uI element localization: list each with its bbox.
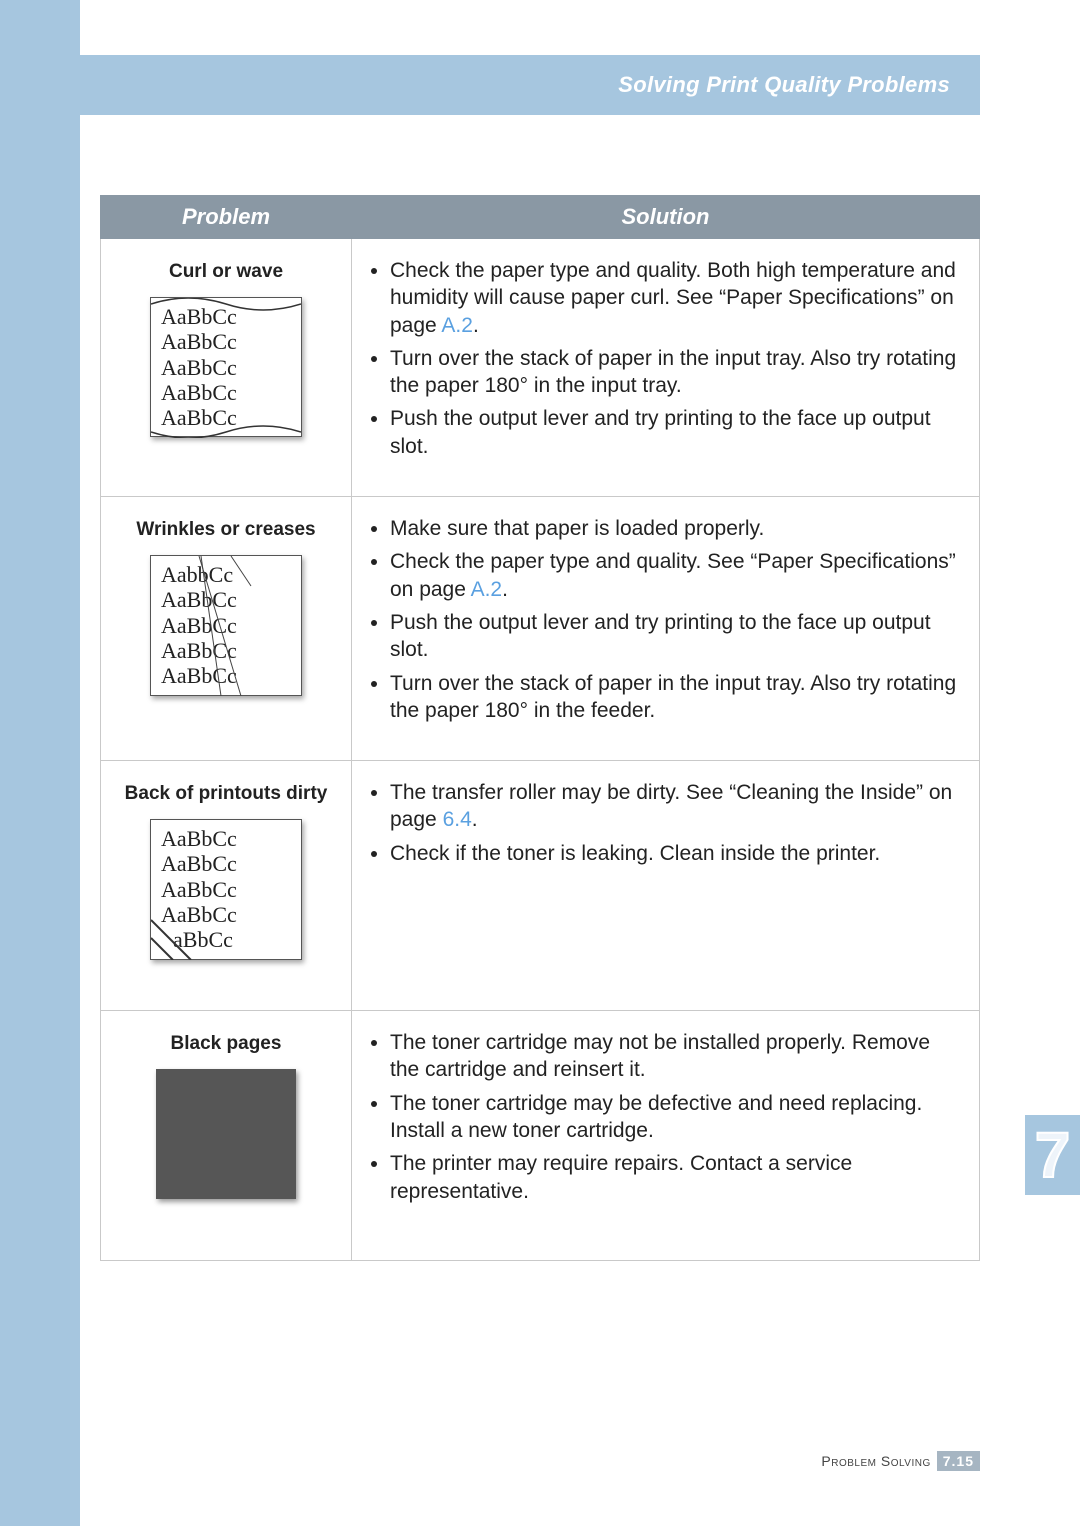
sample-line: AaBbCc — [161, 380, 291, 405]
solution-item: Make sure that paper is loaded properly. — [390, 515, 963, 542]
page-header-band: Solving Print Quality Problems — [80, 55, 980, 115]
solution-cell: The toner cartridge may not be installed… — [352, 1011, 980, 1261]
problem-title: Curl or wave — [117, 261, 335, 283]
sample-line: AaBbCc — [161, 902, 291, 927]
solution-item: The printer may require repairs. Contact… — [390, 1150, 963, 1205]
solution-item: The toner cartridge may not be installed… — [390, 1029, 963, 1084]
problem-cell: Wrinkles or creases AabbCc AaBbCc AaBbCc… — [101, 497, 352, 761]
footer-section: Problem Solving — [821, 1453, 930, 1469]
solution-text: . — [472, 808, 478, 831]
sample-line: AaBbCc — [161, 663, 291, 688]
footer-page-chapter: 7. — [943, 1453, 957, 1469]
solution-item: Push the output lever and try printing t… — [390, 609, 963, 664]
page-ref-link[interactable]: A.2 — [441, 314, 473, 337]
solution-item: Check the paper type and quality. See “P… — [390, 548, 963, 603]
solution-text: The toner cartridge may not be installed… — [390, 1031, 930, 1081]
solution-text: Push the output lever and try printing t… — [390, 611, 931, 661]
solution-cell: Make sure that paper is loaded properly.… — [352, 497, 980, 761]
solution-text: Check if the toner is leaking. Clean ins… — [390, 842, 880, 865]
solution-text: Make sure that paper is loaded properly. — [390, 517, 764, 540]
sample-line: AaBbCc — [161, 304, 291, 329]
footer-page-num: 15 — [956, 1453, 974, 1469]
chapter-number: 7 — [1025, 1115, 1080, 1195]
page-footer: Problem Solving 7.15 — [821, 1451, 980, 1471]
sample-printout-curl: AaBbCc AaBbCc AaBbCc AaBbCc AaBbCc — [150, 297, 302, 437]
table-row: Wrinkles or creases AabbCc AaBbCc AaBbCc… — [101, 497, 980, 761]
col-header-solution: Solution — [352, 196, 980, 239]
table-row: Black pages The toner cartridge may not … — [101, 1011, 980, 1261]
sample-black-page — [156, 1069, 296, 1199]
problem-title: Black pages — [117, 1033, 335, 1055]
solution-text: The toner cartridge may be defective and… — [390, 1092, 922, 1142]
sample-line: AaBbCc — [161, 851, 291, 876]
sample-line: AaBbCc — [161, 355, 291, 380]
table-row: Curl or wave AaBbCc AaBbCc AaBbCc AaBbCc… — [101, 239, 980, 497]
solution-text: Turn over the stack of paper in the inpu… — [390, 347, 956, 397]
problem-title: Back of printouts dirty — [117, 783, 335, 805]
solution-item: The transfer roller may be dirty. See “C… — [390, 779, 963, 834]
solution-cell: Check the paper type and quality. Both h… — [352, 239, 980, 497]
problem-cell: Back of printouts dirty AaBbCc AaBbCc Aa… — [101, 761, 352, 1011]
solution-item: Check if the toner is leaking. Clean ins… — [390, 840, 963, 867]
problems-table: Problem Solution Curl or wave AaBbCc AaB… — [100, 195, 980, 1261]
solution-cell: The transfer roller may be dirty. See “C… — [352, 761, 980, 1011]
sample-line: AabbCc — [161, 562, 291, 587]
solution-item: Push the output lever and try printing t… — [390, 405, 963, 460]
sample-line: AaBbCc — [161, 613, 291, 638]
solution-text: . — [502, 578, 508, 601]
left-decorative-band — [0, 0, 80, 1526]
page-ref-link[interactable]: 6.4 — [443, 808, 472, 831]
sample-line: AaBbCc — [161, 638, 291, 663]
problem-title: Wrinkles or creases — [117, 519, 335, 541]
sample-line: AaBbCc — [161, 877, 291, 902]
sample-printout-wrinkle: AabbCc AaBbCc AaBbCc AaBbCc AaBbCc — [150, 555, 302, 695]
solution-text: The printer may require repairs. Contact… — [390, 1152, 852, 1202]
sample-line: aBbCc — [161, 927, 291, 952]
solution-text: Push the output lever and try printing t… — [390, 407, 931, 457]
sample-line: AaBbCc — [161, 405, 291, 430]
sample-line: AaBbCc — [161, 329, 291, 354]
footer-page-badge: 7.15 — [937, 1451, 980, 1471]
col-header-problem: Problem — [101, 196, 352, 239]
problem-cell: Black pages — [101, 1011, 352, 1261]
sample-line: AaBbCc — [161, 826, 291, 851]
solution-item: Turn over the stack of paper in the inpu… — [390, 345, 963, 400]
solution-item: Turn over the stack of paper in the inpu… — [390, 670, 963, 725]
table-row: Back of printouts dirty AaBbCc AaBbCc Aa… — [101, 761, 980, 1011]
solution-text: . — [473, 314, 479, 337]
problem-cell: Curl or wave AaBbCc AaBbCc AaBbCc AaBbCc… — [101, 239, 352, 497]
page-header-title: Solving Print Quality Problems — [618, 72, 950, 98]
sample-printout-dirty: AaBbCc AaBbCc AaBbCc AaBbCc aBbCc — [150, 819, 302, 959]
page-ref-link[interactable]: A.2 — [471, 578, 503, 601]
solution-item: Check the paper type and quality. Both h… — [390, 257, 963, 339]
solution-item: The toner cartridge may be defective and… — [390, 1090, 963, 1145]
chapter-tab: 7 7 — [1025, 1115, 1080, 1195]
solution-text: Turn over the stack of paper in the inpu… — [390, 672, 956, 722]
sample-line: AaBbCc — [161, 587, 291, 612]
